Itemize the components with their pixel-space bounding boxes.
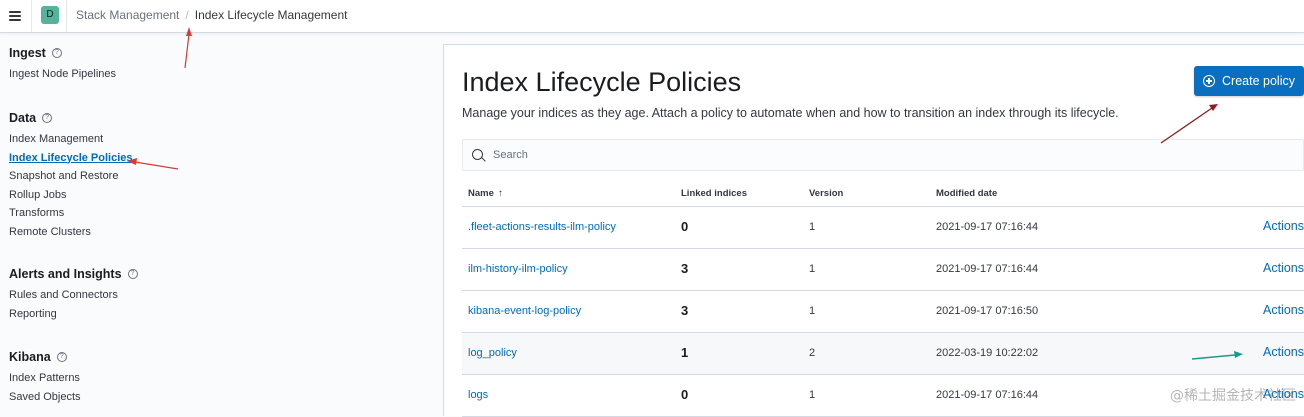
linked-indices-count: 0 [681, 219, 689, 234]
linked-indices-count: 3 [681, 261, 689, 276]
breadcrumb-separator: / [185, 8, 189, 22]
sidebar-section-data: Data? Index Management Index Lifecycle P… [9, 111, 133, 241]
create-policy-button[interactable]: Create policy [1194, 66, 1304, 96]
column-header-version[interactable]: Version [809, 188, 843, 199]
column-header-modified-date[interactable]: Modified date [936, 188, 997, 199]
policy-version: 1 [809, 263, 816, 275]
modified-date: 2022-03-19 10:22:02 [936, 347, 1039, 359]
section-title: Ingest? [9, 46, 116, 60]
policies-table: Name ↑ Linked indices Version Modified da… [462, 179, 1304, 417]
breadcrumb-stack-management[interactable]: Stack Management [76, 8, 179, 22]
section-title-text: Ingest [9, 46, 46, 60]
modified-date: 2021-09-17 07:16:44 [936, 263, 1039, 275]
plus-circle-icon [1203, 75, 1216, 87]
sidebar-item-reporting[interactable]: Reporting [9, 305, 138, 324]
breadcrumb-current: Index Lifecycle Management [194, 8, 348, 22]
policy-name-link[interactable]: log_policy [468, 347, 517, 359]
section-title: Data? [9, 111, 133, 125]
modified-date: 2021-09-17 07:16:44 [936, 221, 1039, 233]
help-icon[interactable]: ? [127, 269, 138, 279]
annotation-arrow [127, 158, 179, 170]
watermark: @稀土掘金技术社区 [1170, 388, 1296, 404]
policy-name-link[interactable]: .fleet-actions-results-ilm-policy [468, 221, 616, 233]
linked-indices-count: 0 [681, 387, 689, 402]
table-row: kibana-event-log-policy 3 1 2021-09-17 0… [462, 291, 1304, 333]
main-panel: Index Lifecycle Policies Manage your ind… [443, 44, 1304, 417]
linked-indices-count: 1 [681, 345, 689, 360]
policy-version: 2 [809, 347, 816, 359]
table-row: ilm-history-ilm-policy 3 1 2021-09-17 07… [462, 249, 1304, 291]
search-bar[interactable] [462, 139, 1304, 171]
policy-name-link[interactable]: kibana-event-log-policy [468, 305, 581, 317]
section-title-text: Alerts and Insights [9, 267, 122, 281]
modified-date: 2021-09-17 07:16:44 [936, 389, 1039, 401]
header-divider [66, 0, 67, 32]
section-title-text: Data [9, 111, 37, 125]
sort-ascending-icon: ↑ [497, 188, 503, 199]
sidebar-item-rules-and-connectors[interactable]: Rules and Connectors [9, 286, 138, 305]
help-icon[interactable]: ? [56, 352, 67, 362]
policy-version: 1 [809, 305, 816, 317]
actions-button[interactable]: Actions [1244, 261, 1304, 275]
sidebar-section-kibana: Kibana? Index Patterns Saved Objects [9, 350, 81, 406]
section-title-text: Kibana [9, 350, 51, 364]
help-icon[interactable]: ? [51, 48, 62, 58]
sidebar-section-ingest: Ingest? Ingest Node Pipelines [9, 46, 116, 84]
sidebar-item-remote-clusters[interactable]: Remote Clusters [9, 223, 133, 242]
actions-button[interactable]: Actions [1244, 303, 1304, 317]
section-title: Alerts and Insights? [9, 267, 138, 281]
modified-date: 2021-09-17 07:16:50 [936, 305, 1039, 317]
linked-indices-count: 3 [681, 303, 689, 318]
search-icon [472, 149, 483, 160]
sidebar-item-index-patterns[interactable]: Index Patterns [9, 369, 81, 388]
sidebar-item-rollup-jobs[interactable]: Rollup Jobs [9, 186, 133, 205]
annotation-arrow [184, 27, 192, 69]
policy-version: 1 [809, 389, 816, 401]
column-header-name[interactable]: Name ↑ [468, 188, 503, 199]
space-avatar[interactable]: D [41, 6, 59, 24]
sidebar-item-transforms[interactable]: Transforms [9, 204, 133, 223]
table-row: log_policy 1 2 2022-03-19 10:22:02 Actio… [462, 333, 1304, 375]
column-header-name-label: Name [468, 188, 494, 199]
menu-icon[interactable] [6, 6, 26, 26]
policy-name-link[interactable]: ilm-history-ilm-policy [468, 263, 568, 275]
sidebar-item-index-lifecycle-policies[interactable]: Index Lifecycle Policies [9, 149, 133, 168]
actions-button[interactable]: Actions [1244, 219, 1304, 233]
policy-version: 1 [809, 221, 816, 233]
header-divider [31, 0, 32, 32]
page-title: Index Lifecycle Policies [462, 67, 742, 97]
section-title: Kibana? [9, 350, 81, 364]
create-policy-label: Create policy [1222, 74, 1295, 88]
help-icon[interactable]: ? [42, 113, 53, 123]
sidebar-item-ingest-node-pipelines[interactable]: Ingest Node Pipelines [9, 65, 116, 84]
column-header-linked-indices[interactable]: Linked indices [681, 188, 747, 199]
sidebar-section-alerts: Alerts and Insights? Rules and Connector… [9, 267, 138, 323]
table-row: .fleet-actions-results-ilm-policy 0 1 20… [462, 207, 1304, 249]
breadcrumb: Stack Management / Index Lifecycle Managem… [76, 8, 348, 22]
sidebar-item-index-management[interactable]: Index Management [9, 130, 133, 149]
sidebar-item-snapshot-and-restore[interactable]: Snapshot and Restore [9, 167, 133, 186]
top-header: D Stack Management / Index Lifecycle Manag… [0, 0, 1304, 33]
actions-button[interactable]: Actions [1244, 345, 1304, 359]
sidebar-item-saved-objects[interactable]: Saved Objects [9, 388, 81, 407]
page-description: Manage your indices as they age. Attach … [462, 106, 1119, 120]
table-header: Name ↑ Linked indices Version Modified da… [462, 179, 1304, 207]
search-input[interactable] [491, 140, 1295, 170]
policy-name-link[interactable]: logs [468, 389, 488, 401]
